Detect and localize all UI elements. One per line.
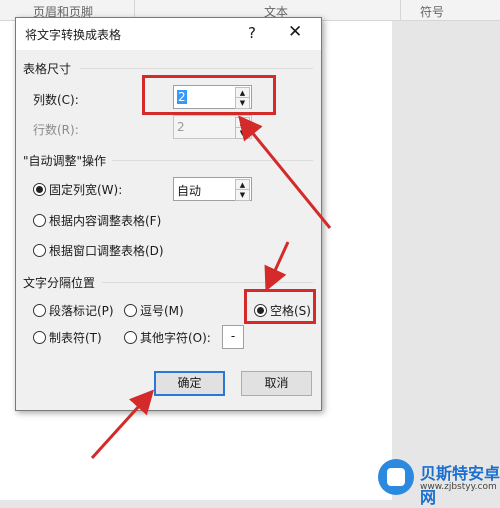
watermark-logo-icon — [378, 459, 414, 495]
arrow-to-ok — [90, 389, 155, 460]
watermark-url: www.zjbstyy.com — [420, 482, 497, 492]
arrow-to-columns — [238, 115, 332, 229]
annotation-arrows — [90, 115, 332, 460]
watermark: 贝斯特安卓网 www.zjbstyy.com — [378, 458, 500, 507]
arrow-to-space — [264, 241, 290, 292]
